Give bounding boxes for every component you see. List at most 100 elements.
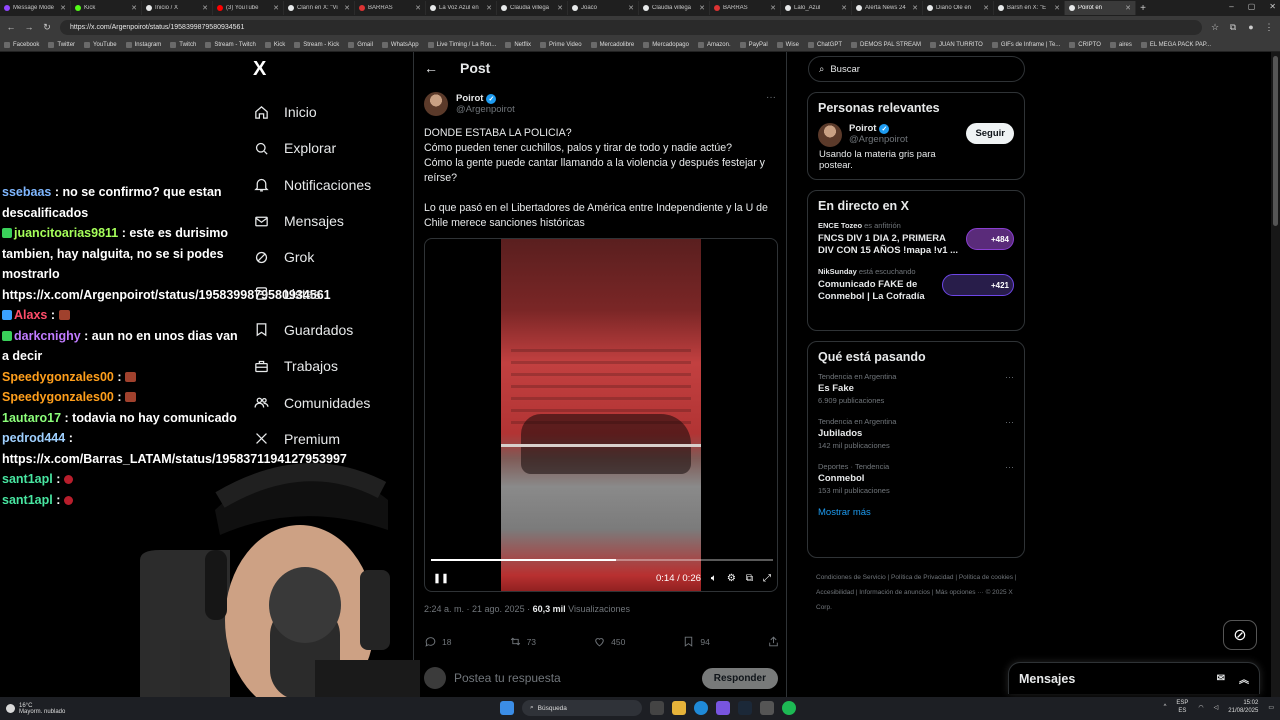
browser-tab[interactable]: Message Mode ✕ xyxy=(0,1,71,15)
bookmark-item[interactable]: Mercadopago xyxy=(643,41,689,48)
browser-tab[interactable]: Inicio / X ✕ xyxy=(142,1,213,15)
chat-username[interactable]: Alaxs xyxy=(14,308,47,322)
trend-item[interactable]: Deportes · Tendencia Conmebol 153 mil publ… xyxy=(818,462,1014,495)
browser-tab[interactable]: Poirot en ✕ xyxy=(1065,1,1136,15)
chat-username[interactable]: juancitoarias9811 xyxy=(14,226,118,240)
back-arrow-icon[interactable]: ← xyxy=(424,60,438,76)
expand-chevron-icon[interactable]: ︽ xyxy=(1239,671,1249,686)
tab-close-icon[interactable]: ✕ xyxy=(202,4,208,12)
video-progress-bar[interactable] xyxy=(431,559,773,561)
page-scrollbar[interactable] xyxy=(1271,52,1280,700)
pause-icon[interactable]: ❚❚ xyxy=(433,573,449,584)
language-indicator[interactable]: ESP ES xyxy=(1176,699,1188,715)
obs-icon[interactable] xyxy=(760,701,774,715)
bookmark-item[interactable]: Live Timing / La Ron... xyxy=(427,41,496,48)
tab-close-icon[interactable]: ✕ xyxy=(486,4,492,12)
bookmark-item[interactable]: CRIPTO xyxy=(1069,41,1101,48)
tab-close-icon[interactable]: ✕ xyxy=(628,4,634,12)
new-tab-button[interactable]: + xyxy=(1136,3,1150,14)
browser-tab[interactable]: Lalo_Azul ✕ xyxy=(781,1,852,15)
chat-username[interactable]: darkcnighy xyxy=(14,329,81,343)
tab-close-icon[interactable]: ✕ xyxy=(131,4,137,12)
start-icon[interactable] xyxy=(500,701,514,715)
task-view-icon[interactable] xyxy=(650,701,664,715)
follow-button[interactable]: Seguir xyxy=(966,123,1014,144)
chat-username[interactable]: pedrod444 xyxy=(2,431,65,445)
browser-tab[interactable]: Clarín en X: "Vi ✕ xyxy=(284,1,355,15)
trend-more-icon[interactable]: ··· xyxy=(1005,372,1014,382)
bookmark-item[interactable]: Twitch xyxy=(170,41,196,48)
browser-tab[interactable]: Barsh en X: "E ✕ xyxy=(994,1,1065,15)
tab-close-icon[interactable]: ✕ xyxy=(841,4,847,12)
profile-icon[interactable]: ● xyxy=(1246,22,1256,32)
bookmark-item[interactable]: PayPal xyxy=(739,41,768,48)
nav-item-explorar[interactable]: Explorar xyxy=(252,130,412,166)
new-message-icon[interactable]: ✉ xyxy=(1217,673,1225,684)
grok-floating-button[interactable]: ⊘ xyxy=(1223,620,1257,650)
scrollbar-thumb[interactable] xyxy=(1273,56,1278,226)
bookmark-item[interactable]: GIFs de Inframe | Te... xyxy=(991,41,1060,48)
wifi-icon[interactable]: ◠ xyxy=(1198,704,1203,711)
tab-close-icon[interactable]: ✕ xyxy=(344,4,350,12)
nav-item-trabajos[interactable]: Trabajos xyxy=(252,348,412,384)
bookmark-item[interactable]: Netflix xyxy=(505,41,531,48)
repost-action[interactable]: 73 xyxy=(509,635,536,648)
pip-icon[interactable]: ⧉ xyxy=(746,573,753,584)
bookmark-item[interactable]: Twitter xyxy=(48,41,75,48)
chat-username[interactable]: Speedygonzales00 xyxy=(2,390,114,404)
browser-tab[interactable]: BARRAS ✕ xyxy=(710,1,781,15)
tab-close-icon[interactable]: ✕ xyxy=(557,4,563,12)
nav-item-listas[interactable]: Listas xyxy=(252,275,412,311)
bookmark-item[interactable]: Prime Video xyxy=(539,41,582,48)
tab-close-icon[interactable]: ✕ xyxy=(1125,4,1131,12)
taskbar-search[interactable]: ⌕ Búsqueda xyxy=(522,700,642,716)
reply-action[interactable]: 18 xyxy=(424,635,451,648)
bookmark-item[interactable]: Gmail xyxy=(348,41,373,48)
live-space-item[interactable]: ENCE Tozeo es anfitrión FNCS DIV 1 DIA 2,… xyxy=(818,221,1014,257)
avatar[interactable] xyxy=(818,123,842,147)
bookmark-item[interactable]: EL MEGA PACK PAP... xyxy=(1140,41,1211,48)
reload-icon[interactable]: ↻ xyxy=(42,22,52,33)
browser-tab[interactable]: La Voz Azul en ✕ xyxy=(426,1,497,15)
nav-item-inicio[interactable]: Inicio xyxy=(252,94,412,130)
volume-icon[interactable]: ◁ xyxy=(1214,704,1219,711)
trend-item[interactable]: Tendencia en Argentina Jubilados 142 mil p… xyxy=(818,417,1014,450)
extensions-icon[interactable]: ⧉ xyxy=(1228,22,1238,33)
browser-tab[interactable]: (3) YouTube ✕ xyxy=(213,1,284,15)
browser-tab[interactable]: BARRAS ✕ xyxy=(355,1,426,15)
x-logo[interactable]: X xyxy=(253,59,271,79)
nav-item-mensajes[interactable]: Mensajes xyxy=(252,203,412,239)
live-space-item[interactable]: NikSunday está escuchando Comunicado FAKE… xyxy=(818,267,1014,303)
chat-username[interactable]: sant1apl xyxy=(2,493,53,507)
chat-username[interactable]: ssebaas xyxy=(2,185,51,199)
avatar[interactable] xyxy=(424,92,448,116)
menu-icon[interactable]: ⋮ xyxy=(1264,22,1274,33)
tab-close-icon[interactable]: ✕ xyxy=(770,4,776,12)
reply-button[interactable]: Responder xyxy=(701,667,778,689)
tab-close-icon[interactable]: ✕ xyxy=(60,4,66,12)
author-name[interactable]: Poirot xyxy=(456,93,483,104)
trend-item[interactable]: Tendencia en Argentina Es Fake 6.909 publi… xyxy=(818,372,1014,405)
tab-close-icon[interactable]: ✕ xyxy=(912,4,918,12)
maximize-icon[interactable]: ▢ xyxy=(1248,2,1256,11)
bookmark-item[interactable]: Wise xyxy=(776,41,799,48)
trend-more-icon[interactable]: ··· xyxy=(1005,462,1014,472)
edge-icon[interactable] xyxy=(694,701,708,715)
discord-icon[interactable] xyxy=(716,701,730,715)
search-input[interactable]: ⌕ Buscar xyxy=(808,56,1025,82)
bookmark-item[interactable]: Mercadolibre xyxy=(590,41,634,48)
footer-links[interactable]: Condiciones de Servicio | Política de Pr… xyxy=(816,570,1026,615)
relevant-name[interactable]: Poirot xyxy=(849,123,876,134)
bookmark-item[interactable]: Kick xyxy=(264,41,285,48)
url-field[interactable]: https://x.com/Argenpoirot/status/1958399… xyxy=(60,19,1202,35)
trend-more-icon[interactable]: ··· xyxy=(1005,417,1014,427)
forward-icon[interactable]: → xyxy=(24,22,34,32)
share-action[interactable] xyxy=(767,635,780,648)
bookmark-item[interactable]: Stream - Twitch xyxy=(205,41,256,48)
back-icon[interactable]: ← xyxy=(6,22,16,32)
tab-close-icon[interactable]: ✕ xyxy=(415,4,421,12)
minimize-icon[interactable]: – xyxy=(1229,2,1233,11)
clock[interactable]: 15:02 21/08/2025 xyxy=(1228,699,1258,715)
browser-tab[interactable]: Claudia villega ✕ xyxy=(639,1,710,15)
bookmark-item[interactable]: Facebook xyxy=(4,41,39,48)
